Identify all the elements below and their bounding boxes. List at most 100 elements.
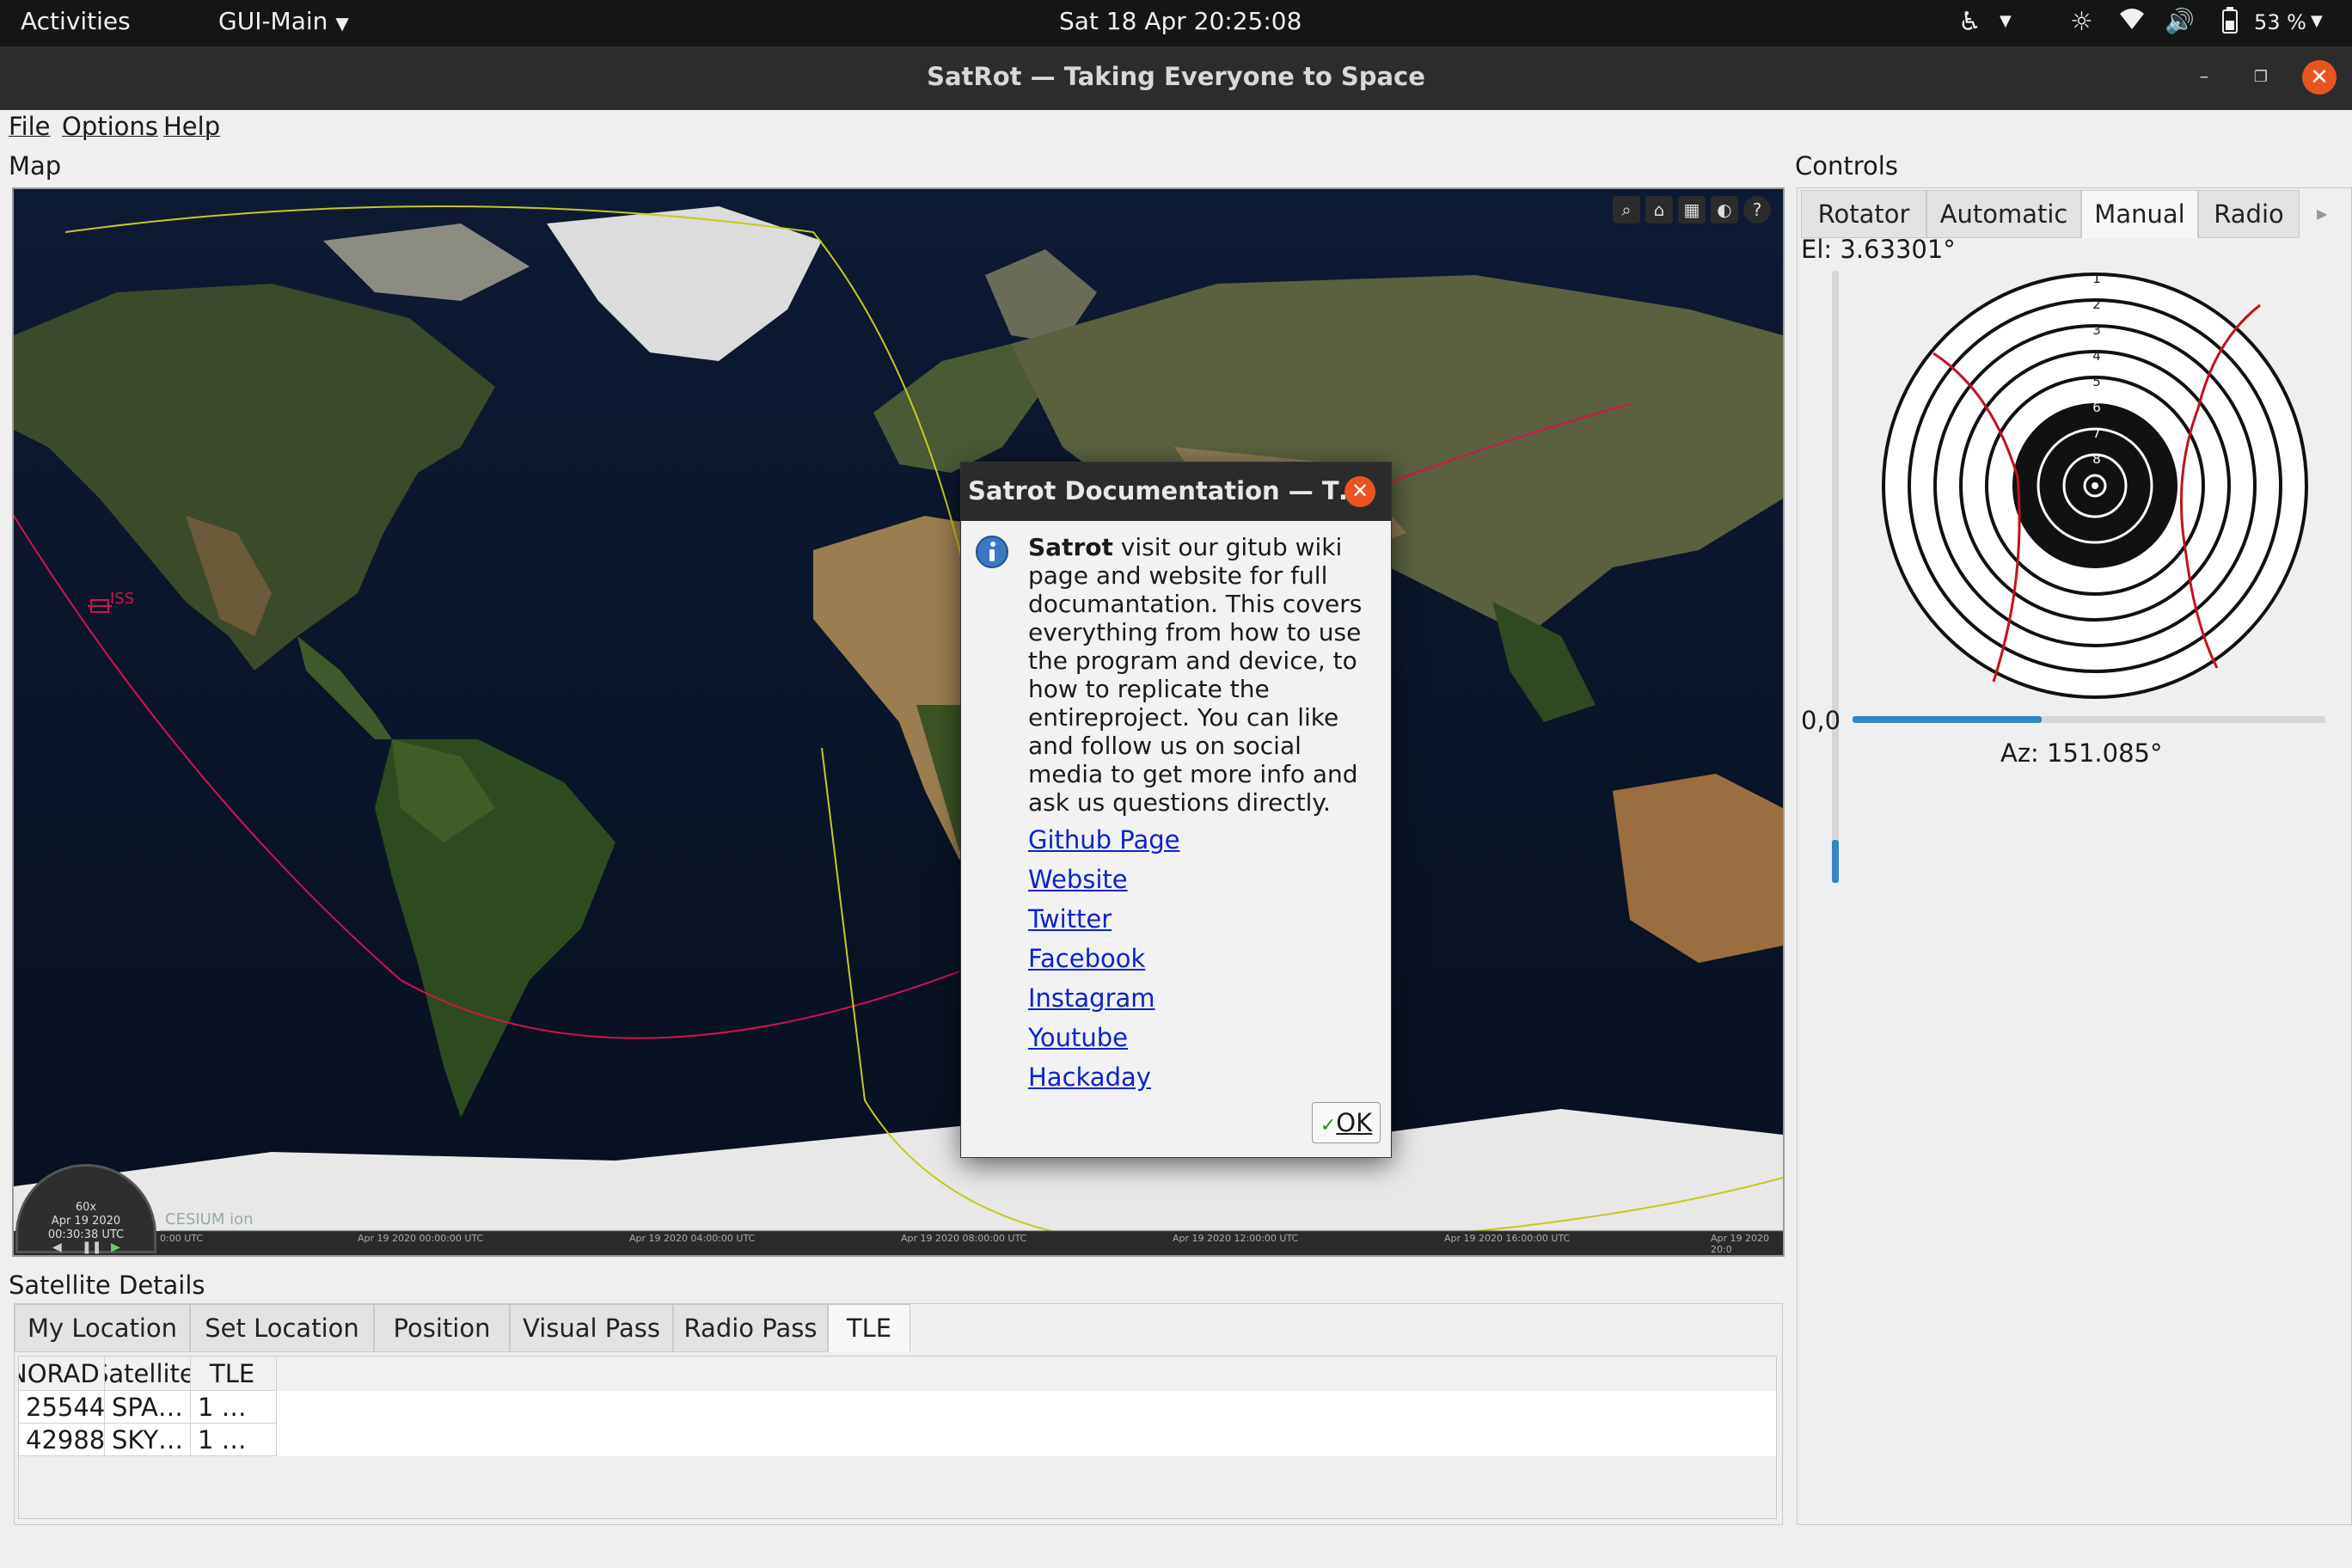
tab-automatic[interactable]: Automatic (1926, 190, 2081, 238)
timeline[interactable]: 0:00 UTC Apr 19 2020 00:00:00 UTC Apr 19… (160, 1233, 1783, 1255)
timeline-tick: Apr 19 2020 00:00:00 UTC (358, 1233, 484, 1244)
clock-speed: 60x (75, 1201, 97, 1214)
link-instagram[interactable]: Instagram (1028, 983, 1155, 1013)
table-header-row (19, 1357, 1776, 1391)
tab-my-location[interactable]: My Location (15, 1304, 190, 1352)
menu-file[interactable]: File (9, 112, 51, 141)
column-header-satellite[interactable]: Satellite (105, 1357, 191, 1391)
slider-origin-label: 0,0 (1801, 706, 1841, 735)
rewind-button[interactable]: ◀ (52, 1240, 62, 1254)
timeline-tick: 0:00 UTC (160, 1233, 204, 1244)
tab-position[interactable]: Position (374, 1304, 510, 1352)
table-cell[interactable]: 1 … (191, 1424, 277, 1456)
tab-tle[interactable]: TLE (828, 1304, 910, 1352)
iss-satellite-label: ISS (110, 590, 135, 608)
table-cell[interactable]: SKY… (105, 1424, 191, 1456)
timeline-tick: Apr 19 2020 04:00:00 UTC (629, 1233, 756, 1244)
table-cell[interactable]: 42988 (19, 1424, 105, 1456)
menu-help[interactable]: Help (163, 112, 220, 141)
tab-set-location[interactable]: Set Location (190, 1304, 374, 1352)
controls-section-label: Controls (1795, 151, 1898, 181)
azimuth-slider-fill (1853, 716, 2042, 723)
world-map (14, 189, 1783, 1255)
home-icon[interactable]: ⌂ (1645, 196, 1673, 224)
minimize-button[interactable]: – (2187, 60, 2221, 95)
ok-button-label: OK (1336, 1108, 1373, 1137)
tab-rotator[interactable]: Rotator (1801, 190, 1926, 238)
link-youtube[interactable]: Youtube (1028, 1023, 1128, 1052)
link-hackaday[interactable]: Hackaday (1028, 1063, 1151, 1092)
help-icon[interactable]: ? (1743, 196, 1771, 224)
cesium-credit[interactable]: CESIUM ion (165, 1210, 254, 1228)
satellite-details-label: Satellite Details (9, 1271, 205, 1300)
pause-button[interactable]: ❚❚ (82, 1240, 101, 1254)
table-cell[interactable]: 25544 (19, 1391, 105, 1424)
tab-radio[interactable]: Radio (2198, 190, 2300, 238)
window-title-bar: SatRot — Taking Everyone to Space – ❐ ✕ (0, 46, 2352, 110)
brightness-icon[interactable]: ☼ (2070, 7, 2093, 37)
search-icon[interactable]: ⌕ (1613, 196, 1640, 224)
link-twitter[interactable]: Twitter (1028, 904, 1112, 934)
tle-table[interactable]: NORAD ID Satellite TLE 25544 SPA… 1 … 42… (18, 1356, 1777, 1519)
table-cell[interactable]: SPA… (105, 1391, 191, 1424)
volume-icon[interactable]: 🔊 (2165, 7, 2195, 35)
elevation-readout: El: 3.63301° (1801, 235, 1956, 264)
clock[interactable]: Sat 18 Apr 20:25:08 (1059, 7, 1302, 35)
dialog-close-button[interactable]: ✕ (1344, 476, 1375, 507)
ring-label: 7 (2092, 426, 2101, 441)
tab-manual[interactable]: Manual (2081, 190, 2198, 238)
elevation-slider[interactable] (1832, 271, 1839, 883)
ring-label: 5 (2092, 374, 2101, 389)
ring-label: 1 (2092, 271, 2101, 286)
activities-button[interactable]: Activities (21, 7, 131, 35)
battery-icon[interactable] (2221, 7, 2239, 40)
dialog-message-bold: Satrot (1028, 533, 1113, 561)
dialog-title: Satrot Documentation — T… (968, 476, 1364, 505)
timeline-tick: Apr 19 2020 20:0 (1711, 1233, 1770, 1255)
map-view[interactable]: ISS ⌕ ⌂ ▦ ◐ ? 60x Apr 19 2020 00:30:38 U… (12, 187, 1785, 1257)
ring-label: 2 (2092, 297, 2101, 312)
dialog-message: Satrot visit our gitub wiki page and web… (1028, 533, 1382, 817)
accessibility-icon[interactable]: ♿ (1958, 7, 1981, 37)
window-title: SatRot — Taking Everyone to Space (927, 62, 1425, 91)
ring-label: 4 (2092, 348, 2101, 364)
chevron-down-icon: ▼ (335, 13, 349, 34)
link-website[interactable]: Website (1028, 865, 1128, 894)
map-section-label: Map (9, 151, 62, 181)
ok-button[interactable]: ✓OK (1312, 1102, 1381, 1143)
link-github-page[interactable]: Github Page (1028, 825, 1180, 854)
elevation-slider-fill (1832, 840, 1839, 883)
menu-options[interactable]: Options (62, 112, 158, 141)
clock-time: 00:30:38 UTC (47, 1228, 125, 1241)
app-menu-label: GUI-Main (218, 7, 328, 35)
chevron-right-icon[interactable]: ▶ (2317, 205, 2327, 222)
table-empty-area (19, 1456, 1776, 1518)
tab-visual-pass[interactable]: Visual Pass (510, 1304, 673, 1352)
azimuth-slider[interactable] (1853, 716, 2325, 723)
controls-panel: Rotator Automatic Manual Radio ▶ El: 3.6… (1797, 187, 2352, 1525)
app-menu[interactable]: GUI-Main ▼ (218, 7, 349, 35)
documentation-dialog: Satrot Documentation — T… ✕ Satrot visit… (961, 462, 1391, 1157)
column-header-norad[interactable]: NORAD ID (19, 1357, 105, 1391)
system-top-bar: Activities GUI-Main ▼ Sat 18 Apr 20:25:0… (0, 0, 2352, 46)
column-header-tle[interactable]: TLE (191, 1357, 277, 1391)
wifi-icon[interactable] (2118, 7, 2146, 37)
table-cell[interactable]: 1 … (191, 1391, 277, 1424)
link-facebook[interactable]: Facebook (1028, 944, 1145, 973)
dialog-title-bar: Satrot Documentation — T… ✕ (961, 462, 1391, 521)
info-icon (975, 535, 1009, 569)
checkmark-icon: ✓ (1320, 1115, 1337, 1136)
globe-icon[interactable]: ◐ (1711, 196, 1738, 224)
grid-view-icon[interactable]: ▦ (1678, 196, 1706, 224)
chevron-down-icon[interactable]: ▼ (2311, 12, 2323, 30)
tab-radio-pass[interactable]: Radio Pass (673, 1304, 828, 1352)
play-button[interactable]: ▶ (111, 1240, 120, 1254)
chevron-down-icon[interactable]: ▼ (2000, 12, 2012, 30)
satellite-details-panel: My Location Set Location Position Visual… (14, 1303, 1783, 1525)
clock-date: Apr 19 2020 (51, 1215, 121, 1228)
azimuth-readout: Az: 151.085° (2000, 738, 2163, 768)
timeline-tick: Apr 19 2020 16:00:00 UTC (1444, 1233, 1571, 1244)
maximize-button[interactable]: ❐ (2244, 60, 2278, 95)
ring-label: 3 (2092, 322, 2101, 338)
close-button[interactable]: ✕ (2302, 60, 2337, 95)
